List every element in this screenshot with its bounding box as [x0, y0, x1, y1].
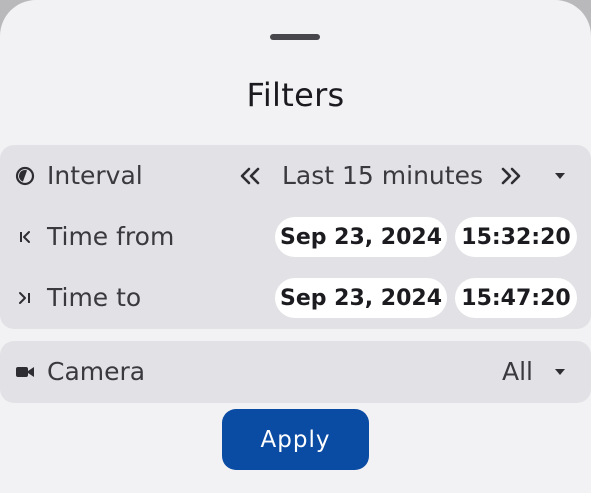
- interval-next-button[interactable]: [495, 148, 527, 204]
- interval-prev-button[interactable]: [234, 148, 266, 204]
- video-camera-icon: [14, 341, 36, 403]
- time-from-row: Time from Sep 23, 2024 15:32:20: [0, 209, 591, 265]
- time-to-date-chip[interactable]: Sep 23, 2024: [275, 278, 447, 318]
- time-to-time-chip[interactable]: 15:47:20: [455, 278, 577, 318]
- time-range-card: Interval Last 15 minutes Time from Sep 2…: [0, 145, 591, 329]
- time-from-date-chip[interactable]: Sep 23, 2024: [275, 217, 447, 257]
- skip-to-start-icon: [14, 209, 36, 265]
- sheet-title: Filters: [246, 76, 345, 114]
- interval-label: Interval: [47, 161, 143, 190]
- drag-handle[interactable]: [270, 34, 320, 40]
- camera-value[interactable]: All: [502, 341, 533, 403]
- interval-dropdown-button[interactable]: [549, 148, 571, 204]
- double-chevron-right-icon: [501, 167, 521, 185]
- filters-bottom-sheet: Filters Interval Last 15 minutes Time fr…: [0, 0, 591, 493]
- triangle-down-icon: [555, 369, 565, 375]
- time-from-time-chip[interactable]: 15:32:20: [455, 217, 577, 257]
- camera-label: Camera: [47, 357, 146, 386]
- time-to-label: Time to: [47, 283, 142, 312]
- half-circle-icon: [14, 148, 36, 204]
- interval-row: Interval Last 15 minutes: [0, 148, 591, 204]
- triangle-down-icon: [555, 173, 565, 179]
- time-to-row: Time to Sep 23, 2024 15:47:20: [0, 270, 591, 326]
- double-chevron-left-icon: [240, 167, 260, 185]
- time-from-label: Time from: [47, 222, 175, 251]
- skip-to-end-icon: [14, 270, 36, 326]
- apply-button[interactable]: Apply: [222, 409, 369, 470]
- camera-dropdown-button[interactable]: [549, 341, 571, 403]
- camera-card[interactable]: Camera All: [0, 341, 591, 403]
- interval-value[interactable]: Last 15 minutes: [282, 148, 483, 204]
